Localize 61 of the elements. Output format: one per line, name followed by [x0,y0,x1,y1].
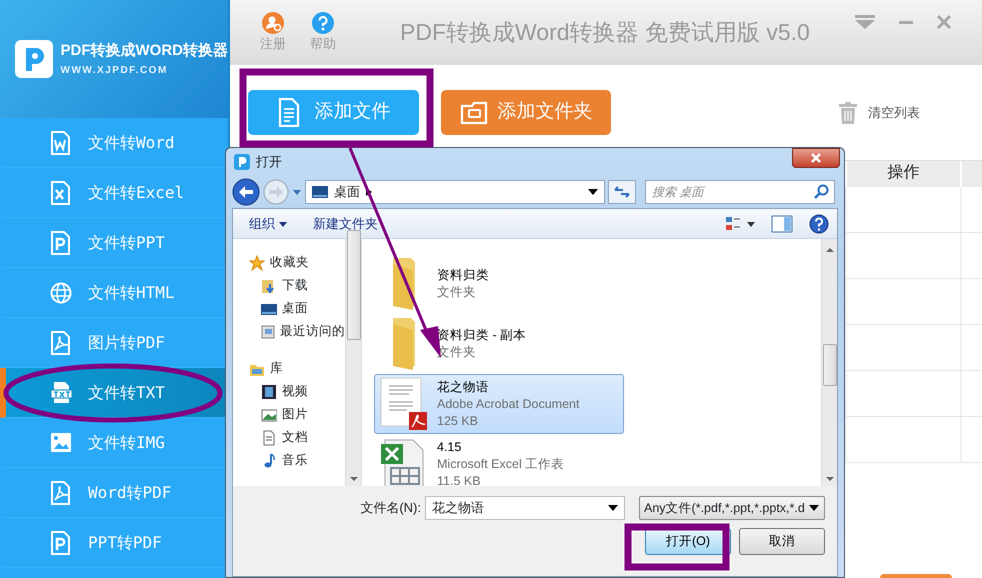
caret-icon [608,505,618,511]
desktop-icon [312,186,328,198]
picture-icon [261,406,277,422]
back-icon[interactable] [232,178,260,206]
ppt-document-icon [50,230,72,254]
file-item[interactable]: 花之物语 Adobe Acrobat Document 125 KB [374,374,624,434]
scroll-up-icon[interactable] [826,247,834,253]
nav-item[interactable]: 图片 [249,403,345,426]
close-icon [810,153,822,163]
word-document-icon [50,130,72,154]
scrollbar-thumb[interactable] [822,344,836,386]
nav-item[interactable]: 下载 [249,274,345,297]
star-icon [249,254,265,270]
dialog-title: 打开 [256,153,282,172]
pdf-document-icon [50,480,72,504]
nav-item[interactable]: 视频 [249,380,345,403]
view-options-icon[interactable] [725,214,755,232]
scrollbar-thumb[interactable] [346,230,360,340]
logo-icon [14,39,52,79]
dialog-close-button[interactable] [792,148,840,168]
caret-icon [588,189,598,195]
trash-icon [838,102,858,124]
nav-item[interactable]: 库 [249,357,345,380]
file-type-dropdown[interactable]: Any文件(*.pdf,*.ppt,*.pptx,*.d [639,496,825,520]
cancel-button[interactable]: 取消 [739,528,825,555]
ppt-document-icon [50,530,72,554]
pdf-document-icon [50,330,72,354]
help-icon [312,12,334,34]
scroll-down-icon[interactable] [350,476,358,482]
globe-icon [50,280,72,304]
nav-item[interactable]: 最近访问的 [249,320,345,343]
nav-item[interactable]: 音乐 [249,449,345,472]
column-header: 操作 [888,164,920,181]
app-icon [234,154,250,170]
preview-pane-icon[interactable] [771,214,793,232]
pdf-file-icon [379,376,429,432]
nav-item[interactable]: 桌面 [249,297,345,320]
user-icon [262,12,284,34]
help-icon[interactable] [809,214,829,234]
video-icon [261,384,277,400]
organize-menu[interactable]: 组织 [249,214,289,234]
file-name-label: 文件名(N): [360,499,421,518]
clear-list-button[interactable]: 清空列表 [832,100,926,124]
search-field[interactable]: 搜索 桌面 [645,180,835,204]
logo-title: PDF转换成WORD转换器 [60,41,228,62]
refresh-icon[interactable] [608,180,636,204]
file-item[interactable]: 资料归类 文件夹 [374,254,624,314]
nav-item[interactable]: 文档 [249,426,345,449]
new-folder-button[interactable]: 新建文件夹 [313,214,378,234]
recent-icon [261,324,275,340]
folder-icon [392,317,416,371]
caret-icon [808,505,819,511]
picture-icon [50,430,72,454]
window-title: PDF转换成Word转换器 免费试用版 v5.0 [400,18,810,48]
txt-document-icon [50,380,72,404]
document-icon [261,430,277,446]
scroll-down-icon[interactable] [826,476,834,482]
nav-item[interactable]: 收藏夹 [249,251,345,274]
logo-url: WWW.XJPDF.COM [60,64,169,78]
excel-document-icon [50,180,72,204]
file-name-field[interactable]: 花之物语 [425,496,625,520]
